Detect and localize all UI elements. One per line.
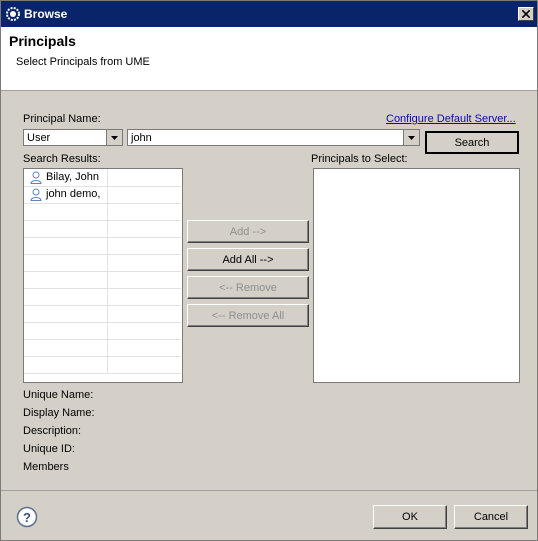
display-name-label: Display Name: bbox=[23, 407, 95, 419]
principal-search-combo[interactable]: john bbox=[127, 129, 420, 146]
unique-id-label: Unique ID: bbox=[23, 443, 75, 455]
page-subtitle: Select Principals from UME bbox=[16, 56, 150, 68]
description-label: Description: bbox=[23, 425, 82, 437]
user-icon bbox=[30, 188, 42, 201]
empty-row bbox=[24, 339, 181, 357]
principal-search-value: john bbox=[131, 132, 152, 144]
principals-to-select-label: Principals to Select: bbox=[311, 153, 408, 165]
principal-name-label: Principal Name: bbox=[23, 113, 101, 125]
empty-row bbox=[24, 203, 181, 221]
principals-to-select-list[interactable] bbox=[313, 168, 520, 383]
empty-row bbox=[24, 271, 181, 289]
header-banner: Principals Select Principals from UME bbox=[1, 27, 537, 91]
svg-text:?: ? bbox=[23, 510, 31, 525]
members-label: Members bbox=[23, 461, 69, 473]
empty-row bbox=[24, 322, 181, 340]
chevron-down-icon[interactable] bbox=[403, 130, 419, 145]
title-bar[interactable]: Browse bbox=[1, 1, 537, 27]
principal-type-value: User bbox=[27, 132, 51, 144]
result-name: Bilay, John bbox=[46, 171, 99, 183]
help-icon[interactable]: ? bbox=[16, 506, 38, 528]
chevron-down-icon[interactable] bbox=[106, 130, 122, 145]
empty-row bbox=[24, 237, 181, 255]
empty-row bbox=[24, 356, 181, 374]
remove-all-button[interactable]: <-- Remove All bbox=[187, 304, 309, 327]
list-item[interactable]: john demo, bbox=[24, 186, 181, 204]
ok-button[interactable]: OK bbox=[373, 505, 447, 529]
browse-dialog: Browse Principals Select Principals from… bbox=[0, 0, 538, 541]
empty-row bbox=[24, 288, 181, 306]
empty-row bbox=[24, 220, 181, 238]
cancel-button[interactable]: Cancel bbox=[454, 505, 528, 529]
gear-icon bbox=[6, 7, 20, 21]
search-button[interactable]: Search bbox=[425, 131, 519, 154]
page-title: Principals bbox=[9, 33, 76, 49]
unique-name-label: Unique Name: bbox=[23, 389, 94, 401]
add-all-button[interactable]: Add All --> bbox=[187, 248, 309, 271]
search-results-list[interactable]: Bilay, John john demo, bbox=[23, 168, 183, 383]
empty-row bbox=[24, 254, 181, 272]
close-icon bbox=[522, 10, 530, 18]
footer-divider bbox=[1, 490, 537, 491]
close-button[interactable] bbox=[518, 7, 534, 21]
user-icon bbox=[30, 171, 42, 184]
remove-button[interactable]: <-- Remove bbox=[187, 276, 309, 299]
result-name: john demo, bbox=[46, 188, 101, 200]
add-button[interactable]: Add --> bbox=[187, 220, 309, 243]
search-results-label: Search Results: bbox=[23, 153, 101, 165]
configure-server-link[interactable]: Configure Default Server... bbox=[386, 113, 516, 125]
list-item[interactable]: Bilay, John bbox=[24, 169, 181, 187]
empty-row bbox=[24, 305, 181, 323]
principal-type-select[interactable]: User bbox=[23, 129, 123, 146]
window-title: Browse bbox=[24, 7, 68, 21]
